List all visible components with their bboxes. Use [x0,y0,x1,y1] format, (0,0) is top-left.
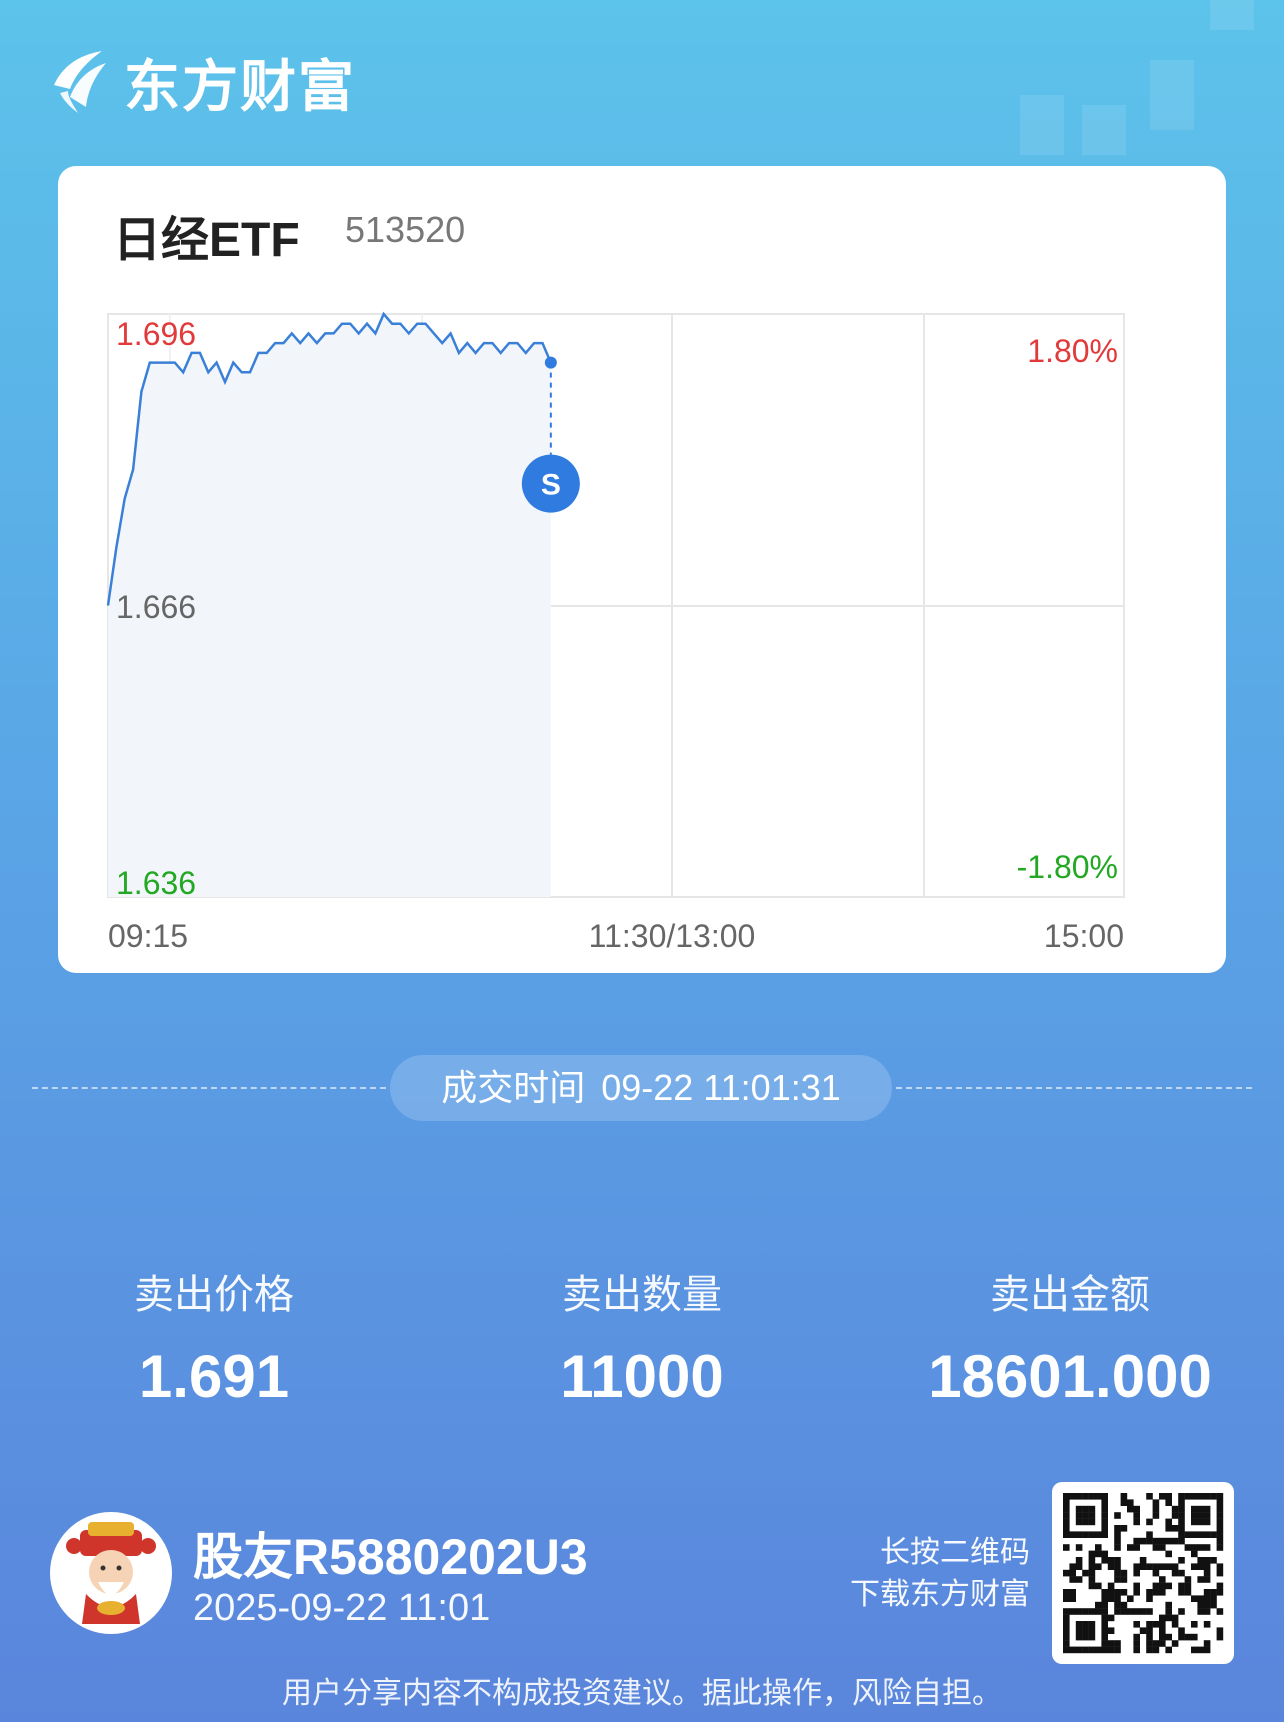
stat-label: 卖出数量 [562,1273,722,1317]
stat-value: 1.691 [138,1343,290,1410]
brand-logo: 东方财富 [48,46,356,118]
sell-marker-label: S [541,469,561,502]
trade-time-pill: 成交时间 09-22 11:01:31 [390,1055,892,1121]
stat-label: 卖出金额 [990,1273,1150,1317]
eastmoney-logo-icon [54,51,106,113]
decorative-candles [1020,95,1064,155]
trade-time-row: 成交时间 09-22 11:01:31 [32,1055,1252,1121]
decorative-candles [1082,105,1126,155]
price-low-label: 1.636 [116,865,196,901]
intraday-chart: S 1.696 1.666 1.636 1.80% -1.80% 09:15 1… [106,311,1125,954]
decorative-candles [1210,0,1254,30]
stock-card[interactable]: 日经ETF 513520 S 1.696 1.666 1.636 1.80% -… [58,166,1226,973]
disclaimer: 用户分享内容不构成投资建议。据此操作，风险自担。 [282,1677,1002,1710]
qr-hint-line1: 长按二维码 [880,1536,1030,1569]
trade-time-label: 成交时间 [441,1067,586,1108]
last-price-dot [544,356,557,369]
divider-right [896,1087,1252,1089]
stat-value: 18601.000 [928,1343,1212,1410]
x-tick-label-midday: 11:30/13:00 [589,918,756,954]
share-date: 2025-09-22 11:01 [193,1587,491,1629]
qr-code[interactable] [1052,1482,1234,1664]
percent-low-label: -1.80% [1017,849,1118,885]
stat-value: 11000 [560,1343,724,1410]
price-mid-label: 1.666 [116,589,196,625]
stat-sell-quantity: 卖出数量 11000 [452,1262,832,1411]
god-of-wealth-avatar-icon [66,1522,156,1624]
stat-sell-amount: 卖出金额 18601.000 [880,1262,1260,1411]
qr-code-icon [1063,1493,1224,1654]
stat-sell-price: 卖出价格 1.691 [24,1262,404,1411]
brand-name: 东方财富 [124,54,356,118]
decorative-candles [1150,60,1194,130]
x-tick-label-close: 15:00 [1044,918,1124,954]
qr-hint-line2: 下载东方财富 [850,1578,1030,1611]
user-name: 股友R5880202U3 [193,1529,588,1585]
stat-label: 卖出价格 [134,1273,294,1317]
percent-high-label: 1.80% [1027,333,1118,369]
qr-hint: 长按二维码 下载东方财富 [810,1532,1030,1616]
trade-time-value: 09-22 11:01:31 [601,1067,841,1108]
avatar[interactable] [50,1512,172,1634]
price-high-label: 1.696 [116,316,196,352]
divider-left [32,1087,386,1089]
x-tick-label-open: 09:15 [108,918,188,954]
